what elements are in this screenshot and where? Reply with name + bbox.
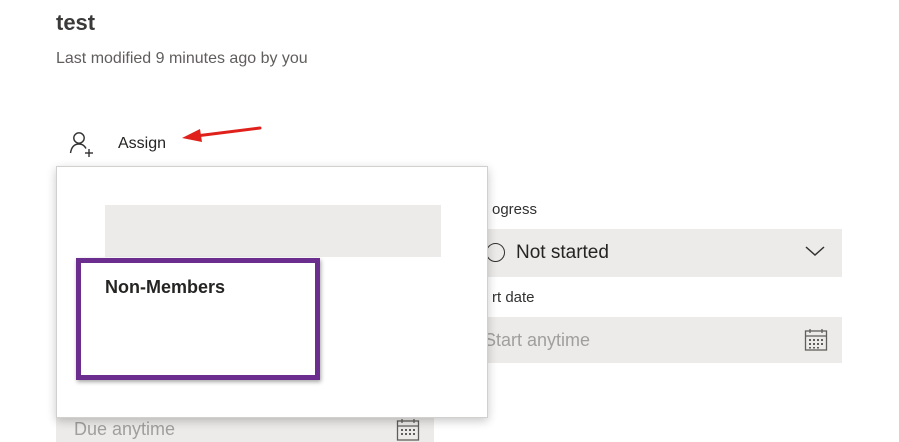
start-date-label: rt date xyxy=(492,289,535,306)
progress-label: ogress xyxy=(492,201,538,218)
person-add-icon xyxy=(69,132,93,157)
calendar-icon[interactable] xyxy=(396,418,420,442)
task-title: test xyxy=(56,10,96,35)
status-circle-icon xyxy=(486,243,505,262)
assign-button[interactable]: Assign xyxy=(68,130,166,158)
assign-label: Assign xyxy=(118,135,167,152)
progress-dropdown[interactable]: Not started xyxy=(470,229,842,277)
assign-popup: Non-Members xyxy=(56,166,488,418)
last-modified-text: Last modified 9 minutes ago by you xyxy=(56,50,308,67)
start-date-placeholder: Start anytime xyxy=(484,330,591,350)
chevron-down-icon xyxy=(805,246,825,257)
progress-value: Not started xyxy=(516,242,609,263)
calendar-icon[interactable] xyxy=(804,328,828,352)
assign-search-input[interactable] xyxy=(105,205,441,257)
due-date-placeholder: Due anytime xyxy=(74,419,176,439)
start-date-field[interactable]: Start anytime xyxy=(470,317,842,363)
annotation-arrow xyxy=(182,126,262,142)
non-members-heading: Non-Members xyxy=(105,277,226,297)
